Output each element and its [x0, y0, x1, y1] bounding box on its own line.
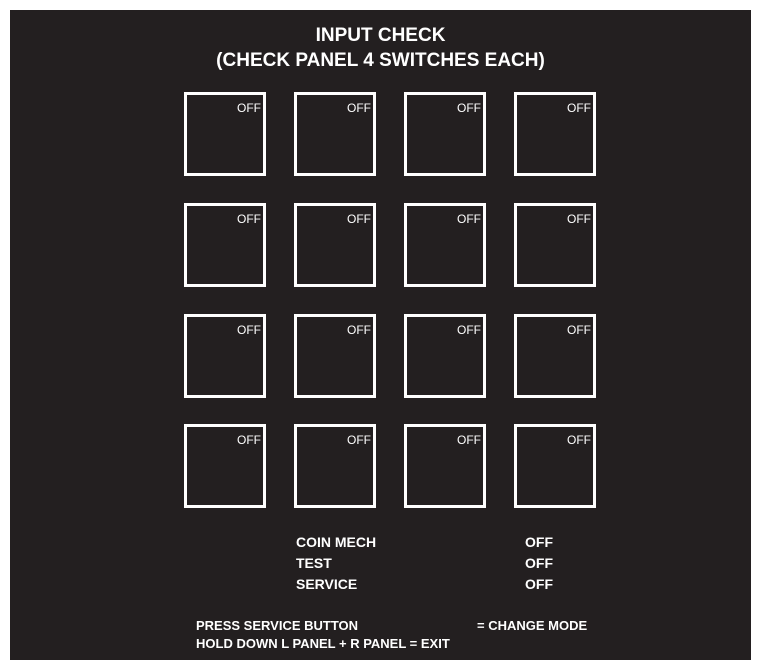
panel-state-label: OFF: [457, 101, 481, 115]
panel-switch-5: OFF: [184, 203, 266, 287]
panel-grid: OFF OFF OFF OFF OFF OFF OFF OFF OFF OFF: [184, 92, 596, 508]
panel-state-label: OFF: [457, 212, 481, 226]
page-title: INPUT CHECK: [315, 25, 446, 46]
test-label: TEST: [296, 555, 332, 571]
panel-state-label: OFF: [237, 101, 261, 115]
panel-switch-4: OFF: [514, 92, 596, 176]
footer-exit-instruction: HOLD DOWN L PANEL + R PANEL = EXIT: [196, 636, 450, 651]
footer-change-mode: = CHANGE MODE: [477, 618, 588, 633]
panel-state-label: OFF: [567, 323, 591, 337]
panel-state-label: OFF: [457, 323, 481, 337]
panel-switch-9: OFF: [184, 314, 266, 398]
panel-switch-10: OFF: [294, 314, 376, 398]
panel-state-label: OFF: [347, 212, 371, 226]
panel-switch-16: OFF: [514, 424, 596, 508]
panel-switch-2: OFF: [294, 92, 376, 176]
coin-mech-value: OFF: [525, 534, 553, 550]
footer-service-instruction: PRESS SERVICE BUTTON: [196, 618, 359, 633]
panel-state-label: OFF: [237, 212, 261, 226]
panel-state-label: OFF: [457, 433, 481, 447]
panel-state-label: OFF: [567, 212, 591, 226]
panel-state-label: OFF: [347, 323, 371, 337]
page-subtitle: (CHECK PANEL 4 SWITCHES EACH): [216, 50, 545, 71]
panel-switch-1: OFF: [184, 92, 266, 176]
panel-switch-13: OFF: [184, 424, 266, 508]
panel-state-label: OFF: [237, 323, 261, 337]
coin-mech-label: COIN MECH: [296, 534, 377, 550]
service-label: SERVICE: [296, 576, 358, 592]
input-check-screen: INPUT CHECK (CHECK PANEL 4 SWITCHES EACH…: [10, 10, 751, 660]
panel-switch-7: OFF: [404, 203, 486, 287]
panel-switch-3: OFF: [404, 92, 486, 176]
test-value: OFF: [525, 555, 553, 571]
panel-switch-8: OFF: [514, 203, 596, 287]
panel-switch-15: OFF: [404, 424, 486, 508]
panel-switch-11: OFF: [404, 314, 486, 398]
panel-state-label: OFF: [237, 433, 261, 447]
panel-state-label: OFF: [347, 101, 371, 115]
panel-switch-6: OFF: [294, 203, 376, 287]
service-value: OFF: [525, 576, 553, 592]
panel-state-label: OFF: [567, 101, 591, 115]
panel-switch-14: OFF: [294, 424, 376, 508]
panel-state-label: OFF: [347, 433, 371, 447]
panel-switch-12: OFF: [514, 314, 596, 398]
panel-state-label: OFF: [567, 433, 591, 447]
